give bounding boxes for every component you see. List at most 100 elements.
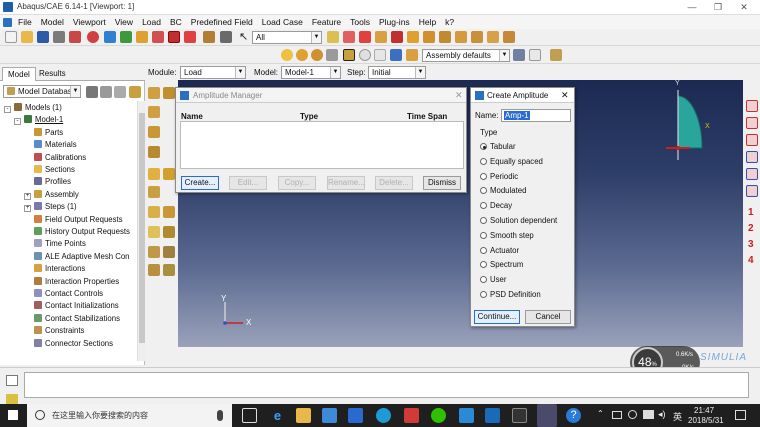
menu-view[interactable]: View	[115, 17, 133, 27]
tree-item[interactable]: - Model-1	[14, 115, 63, 126]
tree-item[interactable]: Connector Sections	[24, 338, 113, 348]
color-code-icon[interactable]	[390, 49, 402, 61]
abaqus-taskbar-icon[interactable]	[537, 404, 557, 427]
menu-model[interactable]: Model	[41, 17, 64, 27]
analytical-field-icon[interactable]	[148, 186, 160, 198]
amplitude-type-option[interactable]: Smooth step	[480, 231, 534, 240]
back-view-icon[interactable]	[439, 31, 451, 43]
magnify-icon[interactable]	[136, 31, 148, 43]
box-select-icon[interactable]	[343, 31, 355, 43]
amplitude-icon[interactable]	[148, 168, 160, 180]
tray-chevron-icon[interactable]: ⌃	[597, 409, 604, 418]
partition-icon[interactable]	[148, 206, 160, 218]
palette-icon[interactable]	[220, 31, 232, 43]
close-button[interactable]: ✕	[736, 1, 752, 13]
part-quarter-disk[interactable]	[666, 90, 703, 160]
tray-monitor-icon[interactable]	[612, 411, 622, 419]
display-group-icon[interactable]	[550, 49, 562, 61]
view-shortcut-1[interactable]: 1	[748, 207, 754, 218]
palette-menu-icon[interactable]	[529, 49, 541, 61]
model-database-combo[interactable]: Model Database ▼	[3, 85, 81, 98]
tree-item[interactable]: Field Output Requests	[24, 214, 123, 224]
radio-button[interactable]	[480, 157, 487, 165]
create-predefined-field-icon[interactable]	[148, 126, 160, 138]
dismiss-button[interactable]: Dismiss	[423, 176, 461, 190]
microphone-icon[interactable]	[217, 410, 223, 421]
rename-button[interactable]: Rename...	[327, 176, 365, 190]
tree-scrollbar[interactable]	[137, 101, 145, 361]
radio-button[interactable]	[480, 231, 487, 239]
front-view-icon[interactable]	[423, 31, 435, 43]
hidden-line-icon[interactable]	[311, 49, 323, 61]
circle-select-icon[interactable]	[359, 31, 371, 43]
csys-icon-1[interactable]	[746, 100, 758, 112]
menu-feature[interactable]: Feature	[312, 17, 341, 27]
tree-collapse-icon[interactable]	[114, 86, 126, 98]
task-view-icon[interactable]	[242, 408, 257, 423]
expand-icon[interactable]: +	[24, 205, 31, 213]
iso-view-icon[interactable]	[407, 31, 419, 43]
close-icon[interactable]: ✕	[561, 90, 569, 101]
print-icon[interactable]	[53, 31, 65, 43]
view-shortcut-2[interactable]: 2	[748, 223, 754, 234]
radio-button[interactable]	[480, 172, 487, 180]
csys-icon-4[interactable]	[746, 151, 758, 163]
render-style-icon[interactable]	[281, 49, 293, 61]
radio-button[interactable]	[480, 276, 487, 284]
ime-indicator[interactable]: 英	[673, 410, 682, 423]
tree-item[interactable]: Interaction Properties	[24, 276, 119, 286]
menu-predefined-field[interactable]: Predefined Field	[191, 17, 253, 27]
radio-button[interactable]	[480, 202, 487, 210]
view-manager-icon[interactable]	[203, 31, 215, 43]
menu-bc[interactable]: BC	[170, 17, 182, 27]
battery-icon[interactable]	[643, 410, 654, 419]
create-amplitude-titlebar[interactable]: Create Amplitude ✕	[471, 88, 574, 103]
create-load-case-icon[interactable]	[148, 146, 160, 158]
edit-button[interactable]: Edit...	[229, 176, 267, 190]
terminal-icon[interactable]	[512, 408, 527, 423]
tree-item[interactable]: ALE Adaptive Mesh Con	[24, 251, 130, 261]
close-icon[interactable]: ✕	[455, 90, 463, 101]
model-combo[interactable]: Model-1 ▼	[281, 66, 341, 79]
tree-item[interactable]: Calibrations	[24, 152, 86, 162]
selection-filter-combo[interactable]: All ▼	[252, 31, 322, 44]
amplitude-manager-icon[interactable]	[163, 168, 175, 180]
amplitude-type-option[interactable]: Spectrum	[480, 260, 523, 269]
file-explorer-icon[interactable]	[296, 408, 311, 423]
collapse-icon[interactable]: -	[14, 118, 21, 126]
tab-model[interactable]: Model	[2, 67, 36, 81]
tree-highlight-icon[interactable]	[129, 86, 141, 98]
windows-start-icon[interactable]	[8, 410, 18, 420]
app-icon-chart[interactable]	[459, 408, 474, 423]
menu-load-case[interactable]: Load Case	[262, 17, 303, 27]
tree-item[interactable]: Materials	[24, 140, 77, 149]
csys-icon-5[interactable]	[746, 168, 758, 180]
highlight-icon[interactable]	[391, 31, 403, 43]
delete-button[interactable]: Delete...	[375, 176, 413, 190]
amplitude-type-option[interactable]: Equally spaced	[480, 157, 543, 166]
bottom-view-icon[interactable]	[471, 31, 483, 43]
expand-icon[interactable]: +	[24, 192, 31, 200]
shaded-icon[interactable]	[326, 49, 338, 61]
load-manager-icon[interactable]	[163, 87, 175, 99]
save-icon[interactable]	[37, 31, 49, 43]
python-console-icon[interactable]	[6, 394, 18, 404]
step-combo[interactable]: Initial ▼	[368, 66, 426, 79]
menu-tools[interactable]: Tools	[350, 17, 370, 27]
tree-item[interactable]: Sections	[24, 165, 75, 174]
amplitude-type-option[interactable]: Solution dependent	[480, 216, 557, 225]
amplitude-list[interactable]	[180, 121, 464, 169]
tree-item[interactable]: Profiles	[24, 177, 71, 186]
create-bc-icon[interactable]	[148, 106, 160, 118]
edge-browser-icon[interactable]: e	[270, 408, 285, 423]
amplitude-type-option[interactable]: Actuator	[480, 246, 519, 255]
radio-button[interactable]	[480, 291, 487, 298]
tree-item[interactable]: History Output Requests	[24, 227, 130, 236]
qq-browser-icon[interactable]	[376, 408, 391, 423]
tree-filter-icon[interactable]	[86, 86, 98, 98]
tree-item[interactable]: Parts	[24, 127, 63, 137]
message-area-icon[interactable]	[6, 375, 18, 386]
radio-button[interactable]	[480, 246, 487, 254]
module-combo[interactable]: Load ▼	[180, 66, 246, 79]
minimize-button[interactable]: —	[684, 1, 700, 13]
